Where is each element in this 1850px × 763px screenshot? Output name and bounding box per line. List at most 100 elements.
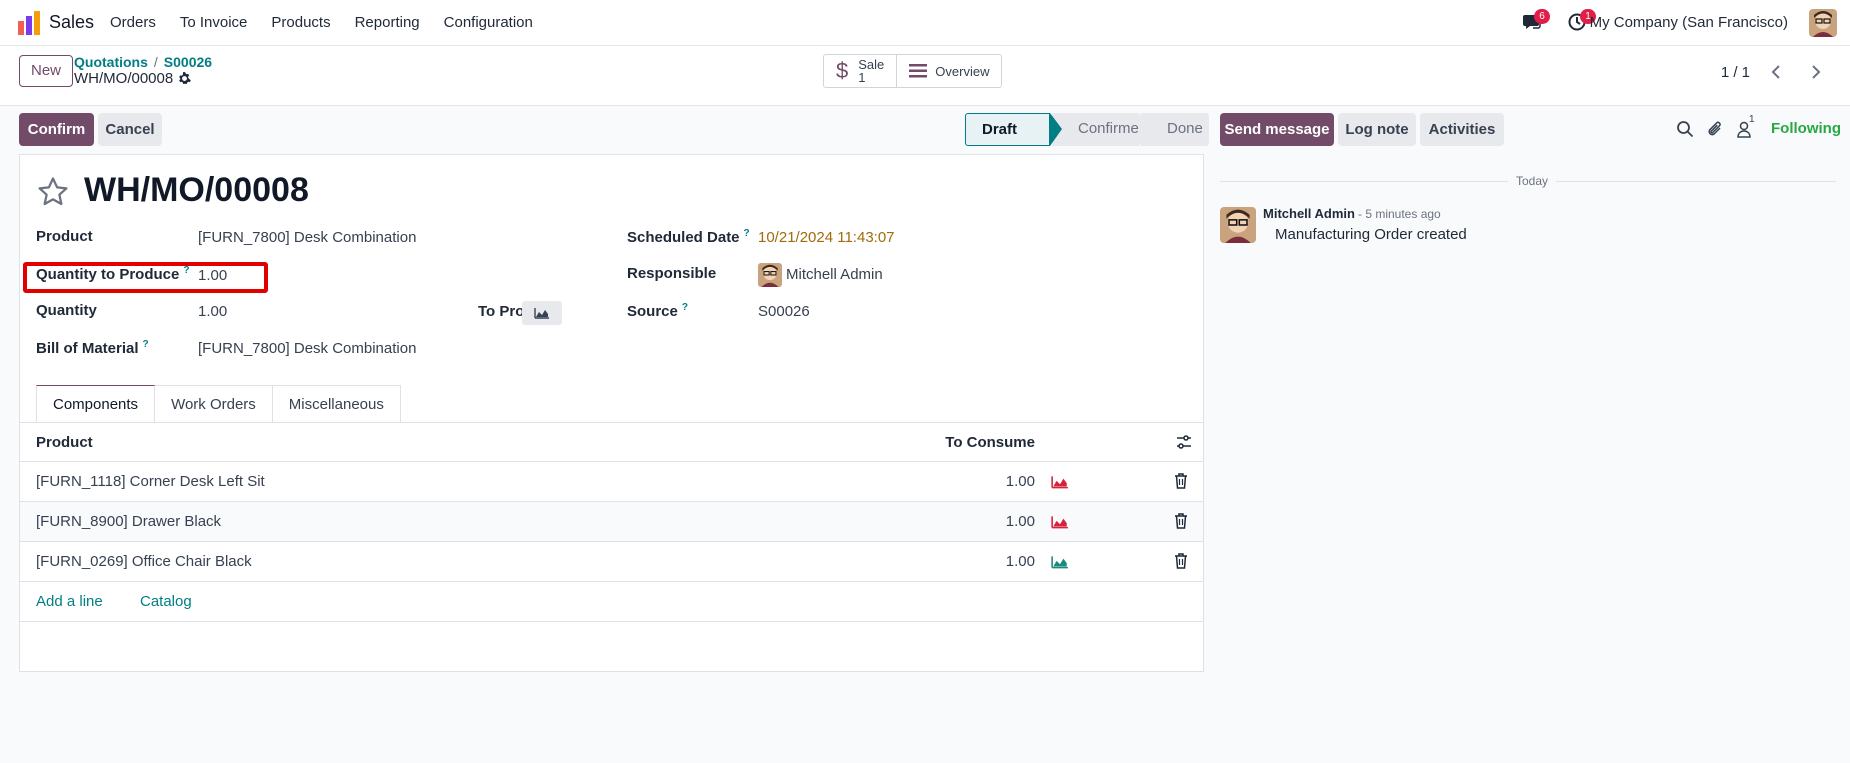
table-row[interactable]: [FURN_1118] Corner Desk Left Sit 1.00 bbox=[20, 462, 1203, 502]
stage-draft[interactable]: Draft bbox=[965, 113, 1062, 146]
control-panel: New Quotations / S00026 WH/MO/00008 $ Sale… bbox=[0, 46, 1850, 106]
dollar-icon: $ bbox=[836, 58, 849, 83]
record-name: WH/MO/00008 bbox=[74, 70, 192, 87]
table-row[interactable]: [FURN_0269] Office Chair Black 1.00 bbox=[20, 542, 1203, 582]
product-label: Product bbox=[36, 228, 93, 245]
table-header: Product To Consume bbox=[20, 423, 1203, 462]
following-toggle[interactable]: Following bbox=[1771, 120, 1841, 137]
forecast-chart-icon[interactable] bbox=[1051, 554, 1069, 570]
product-field[interactable]: [FURN_7800] Desk Combination bbox=[198, 229, 416, 246]
cancel-button[interactable]: Cancel bbox=[98, 113, 162, 146]
pager-next-icon[interactable] bbox=[1802, 60, 1830, 84]
pager-previous-icon[interactable] bbox=[1762, 60, 1790, 84]
sale-smart-button[interactable]: $ Sale 1 bbox=[824, 55, 896, 87]
new-button[interactable]: New bbox=[19, 55, 74, 87]
forecast-chart-icon[interactable] bbox=[1051, 514, 1069, 530]
app-name[interactable]: Sales bbox=[49, 12, 94, 33]
confirm-button[interactable]: Confirm bbox=[19, 113, 94, 146]
pager-value[interactable]: 1 / 1 bbox=[1721, 64, 1750, 81]
stage-done[interactable]: Done bbox=[1141, 113, 1209, 146]
scheduled-date-label: Scheduled Date? bbox=[627, 228, 750, 246]
stage-confirmed[interactable]: Confirmed bbox=[1052, 113, 1151, 146]
column-product[interactable]: Product bbox=[36, 434, 93, 451]
row-qty[interactable]: 1.00 bbox=[1006, 513, 1035, 530]
log-note-button[interactable]: Log note bbox=[1338, 113, 1416, 146]
menu-reporting[interactable]: Reporting bbox=[355, 14, 420, 31]
column-options-icon[interactable] bbox=[1176, 434, 1192, 450]
trash-icon[interactable] bbox=[1174, 513, 1188, 529]
top-navbar: Sales Orders To Invoice Products Reporti… bbox=[0, 0, 1850, 46]
message-body: Manufacturing Order created bbox=[1275, 226, 1467, 243]
sale-smart-count: 1 bbox=[858, 70, 866, 85]
menu-to-invoice[interactable]: To Invoice bbox=[180, 14, 248, 31]
breadcrumb-s00026[interactable]: S00026 bbox=[164, 54, 212, 70]
paperclip-icon[interactable] bbox=[1706, 120, 1724, 138]
column-to-consume[interactable]: To Consume bbox=[945, 434, 1035, 451]
scheduled-date-field[interactable]: 10/21/2024 11:43:07 bbox=[758, 229, 895, 246]
row-product[interactable]: [FURN_8900] Drawer Black bbox=[36, 513, 221, 530]
message-author[interactable]: Mitchell Admin bbox=[1263, 206, 1355, 221]
row-product[interactable]: [FURN_0269] Office Chair Black bbox=[36, 553, 252, 570]
forecast-chart-button[interactable] bbox=[522, 301, 562, 325]
quantity-field[interactable]: 1.00 bbox=[198, 303, 227, 320]
notebook-tabs: Components Work Orders Miscellaneous bbox=[36, 385, 401, 423]
area-chart-icon bbox=[534, 308, 549, 319]
followers-count: 1 bbox=[1749, 114, 1755, 125]
messages-badge: 6 bbox=[1534, 9, 1550, 24]
forecast-chart-icon[interactable] bbox=[1051, 474, 1069, 490]
help-icon[interactable]: ? bbox=[183, 265, 189, 276]
chatter-tools: 1 bbox=[1676, 114, 1755, 138]
company-switcher[interactable]: My Company (San Francisco) bbox=[1590, 14, 1788, 31]
activities-clock-icon[interactable]: 1 bbox=[1568, 9, 1596, 33]
record-title: WH/MO/00008 bbox=[84, 171, 309, 209]
help-icon[interactable]: ? bbox=[143, 339, 149, 350]
tab-miscellaneous[interactable]: Miscellaneous bbox=[272, 385, 401, 423]
responsible-avatar bbox=[758, 263, 782, 287]
responsible-field[interactable]: Mitchell Admin bbox=[786, 266, 883, 283]
pager: 1 / 1 bbox=[1721, 60, 1830, 84]
followers-icon[interactable]: 1 bbox=[1736, 114, 1755, 138]
quantity-label: Quantity bbox=[36, 302, 97, 319]
user-avatar[interactable] bbox=[1809, 9, 1837, 37]
breadcrumb: Quotations / S00026 bbox=[74, 54, 213, 70]
add-line-link[interactable]: Add a line bbox=[36, 593, 103, 610]
overview-smart-button[interactable]: Overview bbox=[896, 55, 1001, 87]
breadcrumb-quotations[interactable]: Quotations bbox=[74, 54, 148, 70]
menu-products[interactable]: Products bbox=[271, 14, 330, 31]
message-author-avatar[interactable] bbox=[1220, 207, 1256, 243]
row-qty[interactable]: 1.00 bbox=[1006, 473, 1035, 490]
qty-to-produce-field[interactable]: 1.00 bbox=[198, 267, 227, 284]
responsible-label: Responsible bbox=[627, 265, 717, 282]
menu-configuration[interactable]: Configuration bbox=[444, 14, 533, 31]
source-label: Source? bbox=[627, 302, 688, 320]
help-icon[interactable]: ? bbox=[682, 302, 688, 313]
table-add-links: Add a line Catalog bbox=[20, 582, 1203, 622]
main-menu: Orders To Invoice Products Reporting Con… bbox=[110, 14, 557, 31]
smart-buttons: $ Sale 1 Overview bbox=[823, 54, 1003, 88]
row-qty[interactable]: 1.00 bbox=[1006, 553, 1035, 570]
gear-icon[interactable] bbox=[178, 72, 192, 85]
catalog-link[interactable]: Catalog bbox=[140, 593, 192, 610]
bom-label: Bill of Material? bbox=[36, 339, 149, 357]
table-row[interactable]: [FURN_8900] Drawer Black 1.00 bbox=[20, 502, 1203, 542]
messages-icon[interactable]: 6 bbox=[1522, 9, 1550, 33]
sales-app-logo-icon[interactable] bbox=[18, 11, 40, 35]
bom-field[interactable]: [FURN_7800] Desk Combination bbox=[198, 340, 416, 357]
tab-components[interactable]: Components bbox=[36, 385, 156, 423]
help-icon[interactable]: ? bbox=[744, 228, 750, 239]
overview-smart-label: Overview bbox=[935, 63, 990, 79]
form-sheet: WH/MO/00008 Product [FURN_7800] Desk Com… bbox=[19, 154, 1204, 672]
trash-icon[interactable] bbox=[1174, 473, 1188, 489]
send-message-button[interactable]: Send message bbox=[1220, 113, 1334, 146]
record-name-text: WH/MO/00008 bbox=[74, 70, 174, 87]
search-icon[interactable] bbox=[1676, 120, 1694, 138]
star-icon[interactable] bbox=[36, 175, 70, 209]
row-product[interactable]: [FURN_1118] Corner Desk Left Sit bbox=[36, 473, 265, 490]
activities-button[interactable]: Activities bbox=[1420, 113, 1504, 146]
source-field[interactable]: S00026 bbox=[758, 303, 810, 320]
menu-orders[interactable]: Orders bbox=[110, 14, 156, 31]
list-icon bbox=[909, 64, 928, 78]
trash-icon[interactable] bbox=[1174, 553, 1188, 569]
qty-to-produce-label: Quantity to Produce? bbox=[36, 265, 190, 283]
tab-work-orders[interactable]: Work Orders bbox=[155, 385, 273, 423]
